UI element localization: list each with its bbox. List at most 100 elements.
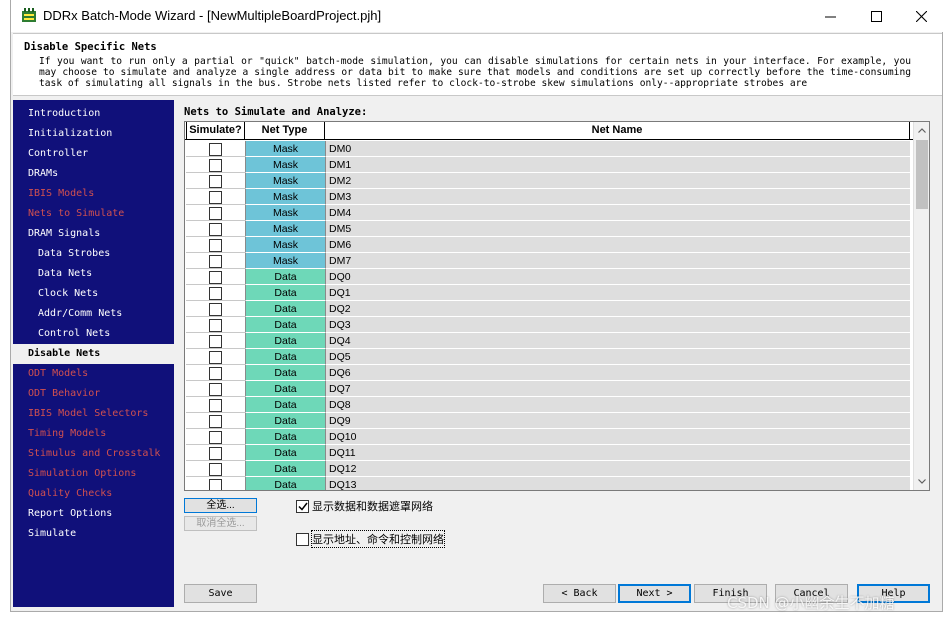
simulate-checkbox[interactable]: [209, 319, 222, 332]
sidebar-item-nets-to-simulate[interactable]: Nets to Simulate: [13, 204, 174, 224]
net-name-cell: DM5: [325, 221, 910, 237]
scroll-thumb[interactable]: [916, 140, 928, 209]
column-header-simulate[interactable]: Simulate?: [186, 122, 245, 140]
simulate-checkbox[interactable]: [209, 463, 222, 476]
net-type-cell: Mask: [245, 253, 325, 269]
simulate-cell: [186, 445, 245, 461]
back-button[interactable]: < Back: [543, 584, 616, 603]
simulate-checkbox[interactable]: [209, 351, 222, 364]
next-button[interactable]: Next >: [618, 584, 691, 603]
sidebar-item-clock-nets[interactable]: Clock Nets: [13, 284, 174, 304]
net-name-cell: DM1: [325, 157, 910, 173]
net-type-cell: Mask: [245, 221, 325, 237]
simulate-cell: [186, 301, 245, 317]
simulate-checkbox[interactable]: [209, 367, 222, 380]
simulate-cell: [186, 269, 245, 285]
simulate-checkbox[interactable]: [209, 175, 222, 188]
simulate-checkbox[interactable]: [209, 191, 222, 204]
net-name-cell: DQ9: [325, 413, 910, 429]
net-name-cell: DM7: [325, 253, 910, 269]
table-row: Data DQ6: [185, 365, 913, 381]
simulate-cell: [186, 173, 245, 189]
show-data-nets-option[interactable]: 显示数据和数据遮罩网络: [296, 498, 433, 514]
deselect-all-button[interactable]: 取消全选...: [184, 516, 257, 531]
simulate-checkbox[interactable]: [209, 303, 222, 316]
simulate-checkbox[interactable]: [209, 159, 222, 172]
sidebar-item-addr-comm-nets[interactable]: Addr/Comm Nets: [13, 304, 174, 324]
simulate-checkbox[interactable]: [209, 255, 222, 268]
select-all-button[interactable]: 全选...: [184, 498, 257, 513]
table-row: Data DQ8: [185, 397, 913, 413]
scroll-down-icon[interactable]: [914, 473, 929, 490]
show-addr-nets-label: 显示地址、命令和控制网络: [311, 530, 445, 548]
background-app-strip: [943, 0, 952, 621]
net-name-cell: DQ11: [325, 445, 910, 461]
sidebar-item-ibis-model-selectors[interactable]: IBIS Model Selectors: [13, 404, 174, 424]
column-header-net-type[interactable]: Net Type: [245, 122, 325, 140]
simulate-cell: [186, 477, 245, 490]
sidebar-item-initialization[interactable]: Initialization: [13, 124, 174, 144]
simulate-checkbox[interactable]: [209, 479, 222, 490]
net-type-cell: Data: [245, 413, 325, 429]
simulate-checkbox[interactable]: [209, 415, 222, 428]
simulate-checkbox[interactable]: [209, 143, 222, 156]
sidebar-item-quality-checks[interactable]: Quality Checks: [13, 484, 174, 504]
net-name-cell: DM2: [325, 173, 910, 189]
grid-header: Simulate? Net Type Net Name: [185, 122, 913, 140]
sidebar-item-timing-models[interactable]: Timing Models: [13, 424, 174, 444]
sidebar-item-control-nets[interactable]: Control Nets: [13, 324, 174, 344]
column-header-net-name[interactable]: Net Name: [325, 122, 910, 140]
grid-vertical-scrollbar[interactable]: [913, 122, 929, 490]
simulate-checkbox[interactable]: [209, 207, 222, 220]
table-row: Mask DM3: [185, 189, 913, 205]
sidebar-item-data-nets[interactable]: Data Nets: [13, 264, 174, 284]
net-name-cell: DM0: [325, 141, 910, 157]
save-button[interactable]: Save: [184, 584, 257, 603]
table-row: Mask DM4: [185, 205, 913, 221]
sidebar-item-odt-behavior[interactable]: ODT Behavior: [13, 384, 174, 404]
sidebar-item-report-options[interactable]: Report Options: [13, 504, 174, 524]
simulate-checkbox[interactable]: [209, 223, 222, 236]
sidebar-item-controller[interactable]: Controller: [13, 144, 174, 164]
net-type-cell: Data: [245, 477, 325, 490]
sidebar-item-ibis-models[interactable]: IBIS Models: [13, 184, 174, 204]
net-name-cell: DQ5: [325, 349, 910, 365]
sidebar-item-introduction[interactable]: Introduction: [13, 104, 174, 124]
minimize-icon[interactable]: [807, 0, 853, 32]
sidebar-item-stimulus-and-crosstalk[interactable]: Stimulus and Crosstalk: [13, 444, 174, 464]
sidebar-item-drams[interactable]: DRAMs: [13, 164, 174, 184]
net-name-cell: DM6: [325, 237, 910, 253]
show-data-nets-checkbox[interactable]: [296, 499, 309, 513]
show-addr-nets-checkbox[interactable]: [296, 532, 309, 546]
simulate-cell: [186, 253, 245, 269]
simulate-checkbox[interactable]: [209, 447, 222, 460]
net-name-cell: DQ7: [325, 381, 910, 397]
sidebar-item-disable-nets[interactable]: Disable Nets: [13, 344, 174, 364]
net-type-cell: Data: [245, 349, 325, 365]
table-row: Data DQ0: [185, 269, 913, 285]
sidebar-item-data-strobes[interactable]: Data Strobes: [13, 244, 174, 264]
scroll-up-icon[interactable]: [914, 122, 929, 139]
simulate-checkbox[interactable]: [209, 287, 222, 300]
net-name-cell: DQ0: [325, 269, 910, 285]
net-type-cell: Data: [245, 461, 325, 477]
sidebar-item-dram-signals[interactable]: DRAM Signals: [13, 224, 174, 244]
wizard-window: DDRx Batch-Mode Wizard - [NewMultipleBoa…: [10, 0, 944, 612]
simulate-checkbox[interactable]: [209, 431, 222, 444]
net-name-cell: DQ2: [325, 301, 910, 317]
table-row: Mask DM2: [185, 173, 913, 189]
show-addr-nets-option[interactable]: 显示地址、命令和控制网络: [296, 530, 445, 548]
sidebar-item-simulate[interactable]: Simulate: [13, 524, 174, 544]
sidebar-item-odt-models[interactable]: ODT Models: [13, 364, 174, 384]
close-icon[interactable]: [898, 0, 944, 32]
simulate-checkbox[interactable]: [209, 335, 222, 348]
simulate-checkbox[interactable]: [209, 239, 222, 252]
simulate-cell: [186, 413, 245, 429]
simulate-checkbox[interactable]: [209, 399, 222, 412]
sidebar-item-simulation-options[interactable]: Simulation Options: [13, 464, 174, 484]
simulate-checkbox[interactable]: [209, 383, 222, 396]
simulate-cell: [186, 317, 245, 333]
simulate-checkbox[interactable]: [209, 271, 222, 284]
maximize-icon[interactable]: [853, 0, 899, 32]
net-type-cell: Data: [245, 285, 325, 301]
